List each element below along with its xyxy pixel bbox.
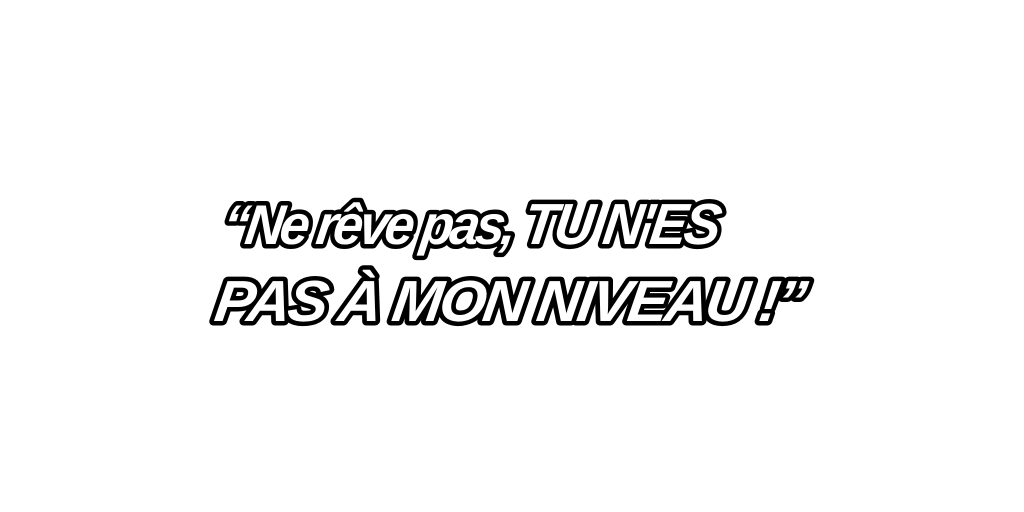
quote-canvas: “Ne rêve pas, TU N'ES PAS À MON NIVEAU !… [0,0,1024,512]
quote-line-1-emphasis: TU N'ES [519,192,726,257]
quote-graphic: “Ne rêve pas, TU N'ES PAS À MON NIVEAU !… [207,188,817,339]
quote-line-1: “Ne rêve pas, TU N'ES [219,192,726,257]
quote-line-1-lead: “Ne rêve pas, [219,193,528,256]
quote-line-2: PAS À MON NIVEAU !” [211,269,812,334]
